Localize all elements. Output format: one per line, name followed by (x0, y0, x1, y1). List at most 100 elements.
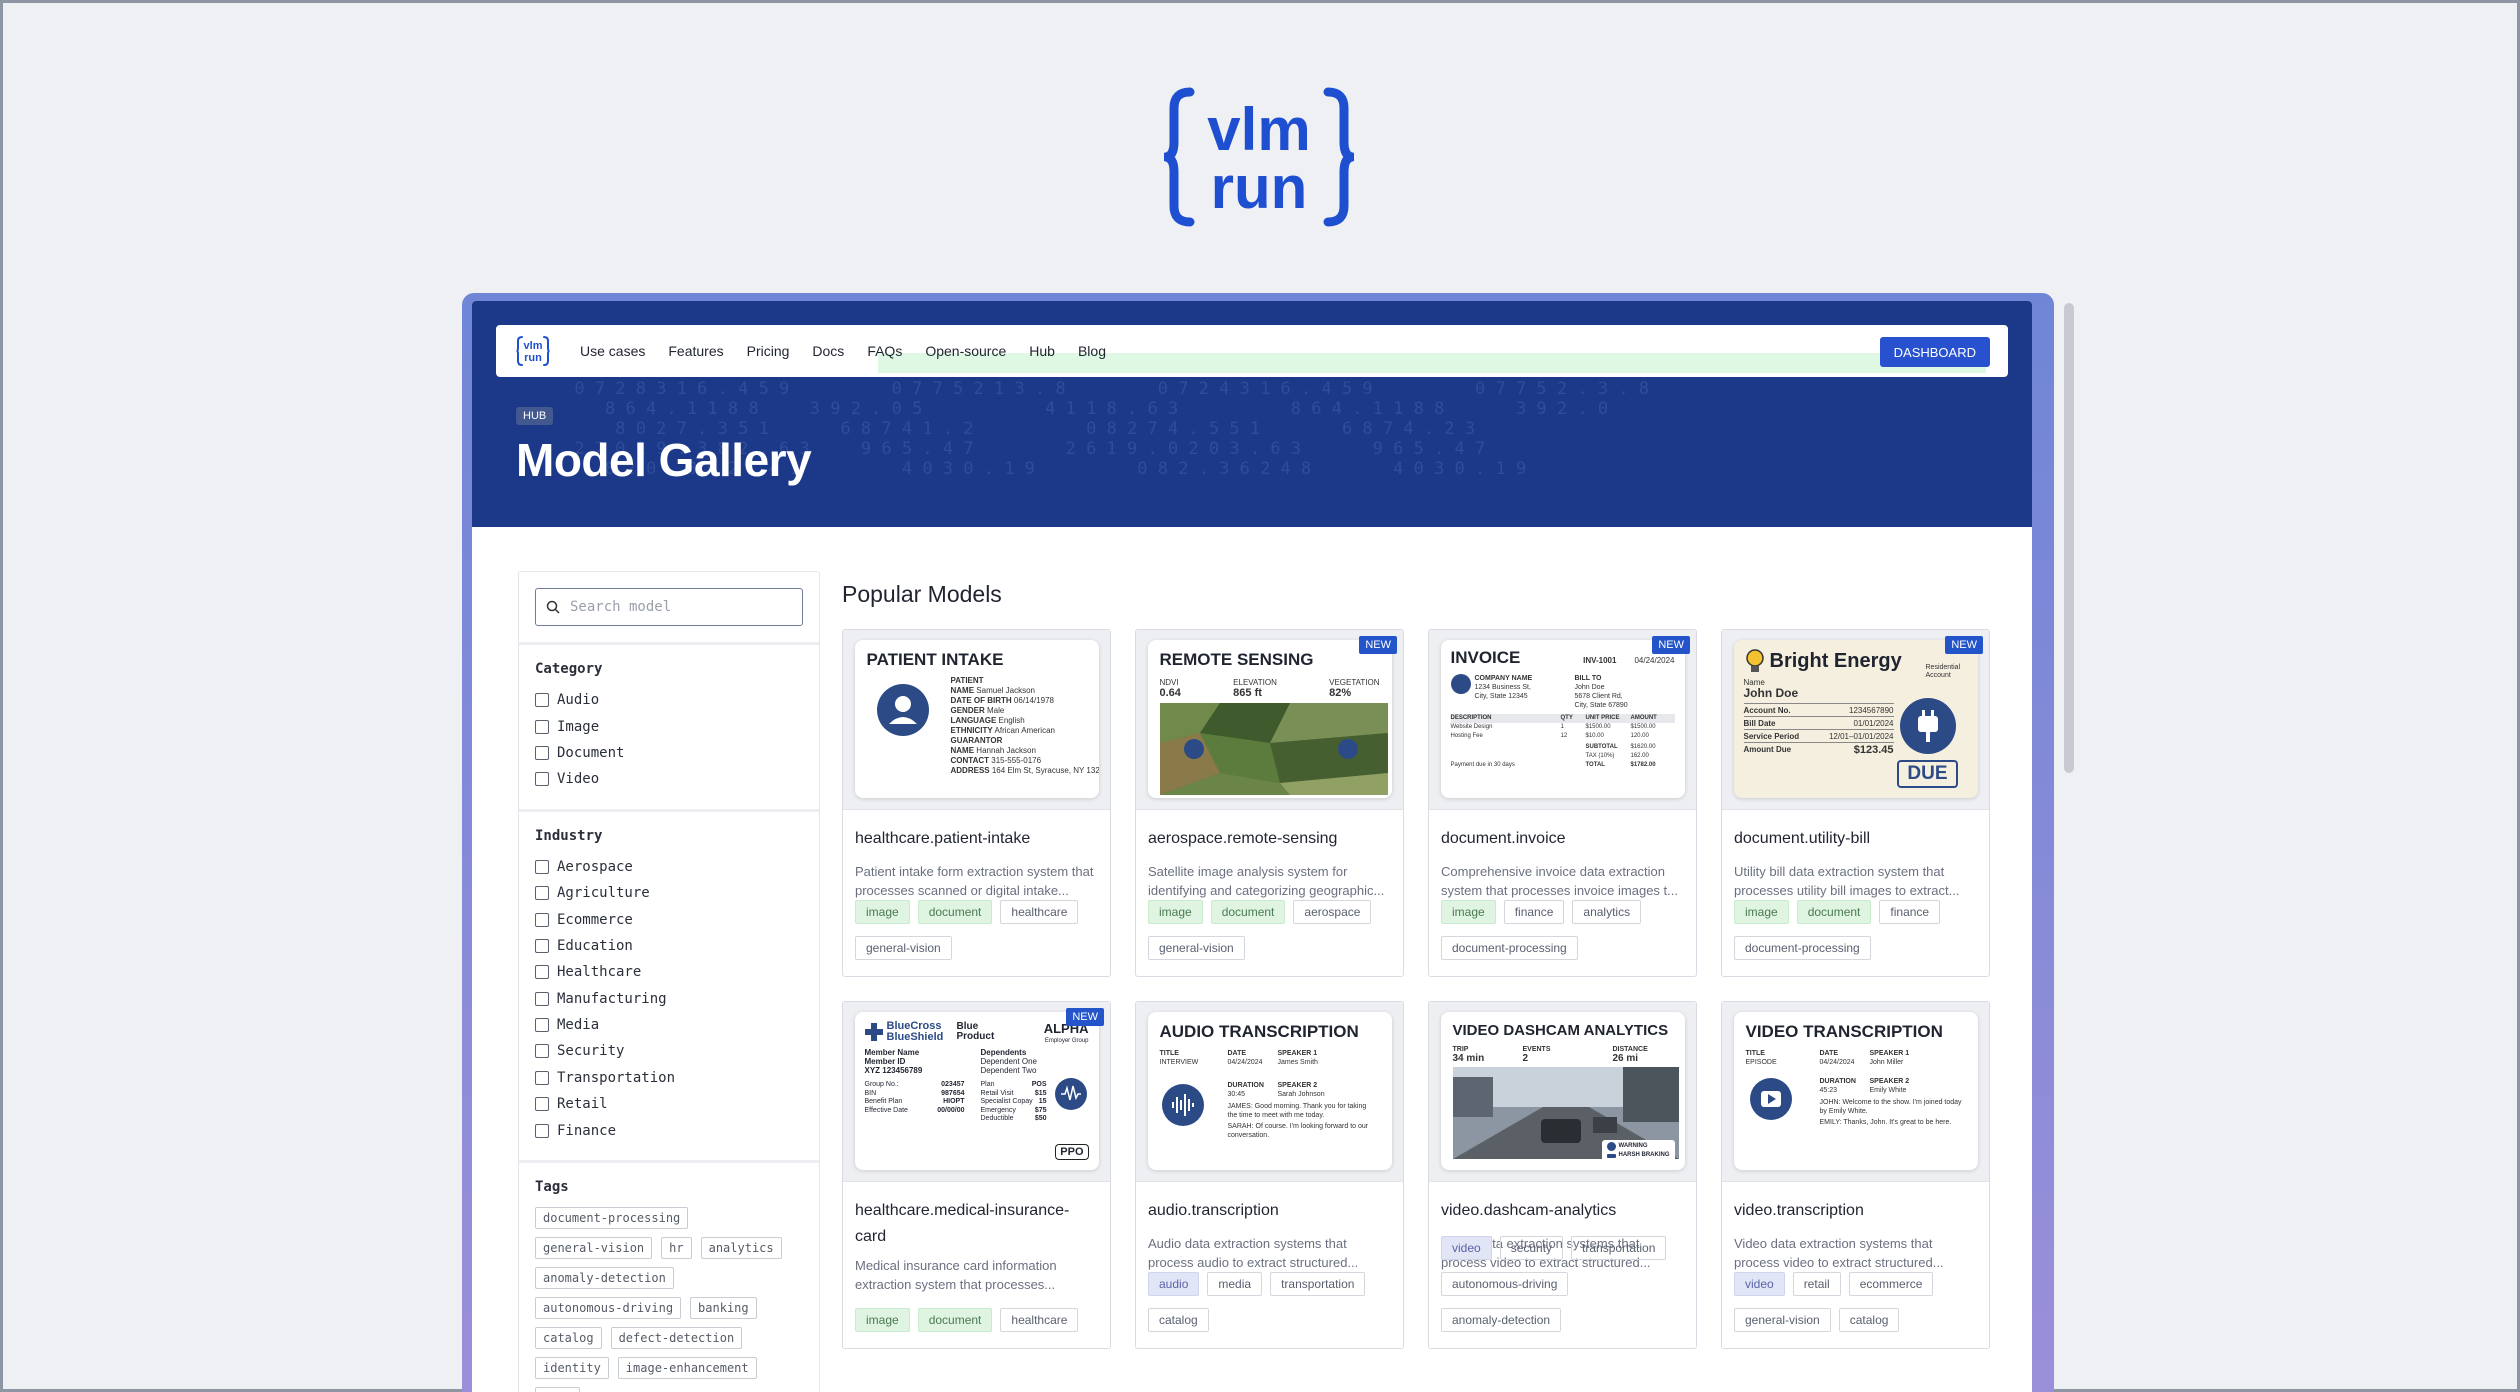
tag-chip[interactable]: video (1441, 1236, 1492, 1260)
person-icon (876, 684, 929, 736)
tag-chip[interactable]: document-processing (535, 1206, 689, 1229)
tag-chip[interactable]: healthcare (1000, 1308, 1079, 1332)
model-description: Satellite image analysis system for iden… (1148, 864, 1385, 898)
industry-media-checkbox[interactable]: Media (535, 1012, 803, 1038)
section-heading: Popular Models (842, 581, 1002, 607)
plug-icon (1899, 698, 1956, 754)
tag-chip[interactable]: retail (1792, 1272, 1841, 1296)
industry-transportation-checkbox[interactable]: Transportation (535, 1065, 803, 1091)
model-card[interactable]: NEW BlueCross BlueShield Blue Product ALP… (842, 1001, 1111, 1349)
industry-aerospace-checkbox[interactable]: Aerospace (535, 854, 803, 880)
tag-chip[interactable]: autonomous-driving (1441, 1272, 1569, 1296)
tag-chip[interactable]: catalog (1148, 1308, 1209, 1332)
nav-link-blog[interactable]: Blog (1078, 343, 1106, 359)
tag-chip[interactable]: document-processing (1734, 936, 1871, 960)
tag-chip[interactable]: document (1210, 900, 1286, 924)
card-thumbnail: VIDEO TRANSCRIPTION TITLE EPISODE DATE 04/… (1722, 1002, 1989, 1182)
industry-retail-checkbox[interactable]: Retail (535, 1091, 803, 1117)
tag-chip[interactable]: media (1207, 1272, 1263, 1296)
search-input[interactable]: Search model (535, 588, 803, 626)
tag-chip[interactable]: aerospace (1293, 900, 1372, 924)
nav-link-hub[interactable]: Hub (1029, 343, 1055, 359)
tag-chip[interactable]: document (917, 1308, 993, 1332)
tag-chip[interactable]: transportation (1270, 1272, 1366, 1296)
nav-link-docs[interactable]: Docs (812, 343, 844, 359)
tag-chip[interactable]: catalog (535, 1326, 602, 1349)
model-card[interactable]: NEW Bright Energy Residential Account Na… (1721, 629, 1990, 977)
tag-chip[interactable]: analytics (1572, 900, 1642, 924)
tag-chip[interactable]: general-vision (855, 936, 952, 960)
nav-link-features[interactable]: Features (668, 343, 723, 359)
tag-chip[interactable]: audio (1148, 1272, 1200, 1296)
tag-chip[interactable]: anomaly-detection (535, 1266, 674, 1289)
model-card[interactable]: VIDEO DASHCAM ANALYTICS TRIP 34 min EVENT… (1428, 1001, 1697, 1349)
industry-manufacturing-checkbox[interactable]: Manufacturing (535, 986, 803, 1012)
bluecross-icon (864, 1023, 883, 1041)
tag-chip[interactable]: anomaly-detection (1441, 1308, 1562, 1332)
tag-chip[interactable]: document-processing (1441, 936, 1578, 960)
filter-sidebar: Search model Category Audio Image Docume… (518, 571, 820, 1392)
model-card[interactable]: NEW INVOICE INV-1001 04/24/2024 COMPANY … (1428, 629, 1697, 977)
industry-education-checkbox[interactable]: Education (535, 933, 803, 959)
industry-agriculture-checkbox[interactable]: Agriculture (535, 880, 803, 906)
model-description: Medical insurance card information extra… (855, 1258, 1057, 1292)
nav-link-use-cases[interactable]: Use cases (580, 343, 645, 359)
model-card[interactable]: VIDEO TRANSCRIPTION TITLE EPISODE DATE 04/… (1721, 1001, 1990, 1349)
model-description: Utility bill data extraction system that… (1734, 864, 1960, 898)
category-image-checkbox[interactable]: Image (535, 713, 803, 739)
model-grid: PATIENT INTAKE PATIENT NAME Samuel Jacks… (842, 629, 1990, 1349)
tag-chip[interactable]: general-vision (535, 1236, 653, 1259)
tag-chip[interactable]: image-enhancement (617, 1356, 757, 1379)
tag-chip[interactable]: banking (690, 1296, 757, 1319)
tag-chip[interactable]: general-vision (1734, 1308, 1831, 1332)
tag-chip[interactable]: defect-detection (610, 1326, 743, 1349)
svg-text:run: run (524, 352, 542, 364)
card-thumbnail: NEW REMOTE SENSING NDVI 0.64 ELEVATION 865… (1136, 630, 1403, 810)
model-name: video.transcription (1734, 1202, 1864, 1219)
tag-chip[interactable]: image (1148, 900, 1203, 924)
tag-chip[interactable]: image (1734, 900, 1789, 924)
dashboard-button[interactable]: DASHBOARD (1879, 337, 1990, 367)
category-audio-checkbox[interactable]: Audio (535, 687, 803, 713)
tag-chip[interactable]: autonomous-driving (535, 1296, 682, 1319)
tag-chip[interactable]: transportation (1571, 1236, 1667, 1260)
tag-chip[interactable]: image (855, 1308, 910, 1332)
category-document-checkbox[interactable]: Document (535, 740, 803, 766)
tag-chip[interactable]: finance (1879, 900, 1941, 924)
nav-link-open-source[interactable]: Open-source (925, 343, 1006, 359)
tag-chip[interactable]: ecommerce (1848, 1272, 1934, 1296)
tag-chip[interactable]: identity (535, 1356, 609, 1379)
tag-chip[interactable]: healthcare (1000, 900, 1079, 924)
card-thumbnail: AUDIO TRANSCRIPTION TITLE INTERVIEW DATE 0… (1136, 1002, 1403, 1182)
video-play-icon (1749, 1078, 1792, 1120)
card-thumbnail: NEW INVOICE INV-1001 04/24/2024 COMPANY … (1429, 630, 1696, 810)
tag-chip[interactable]: security (1499, 1236, 1564, 1260)
model-card[interactable]: NEW REMOTE SENSING NDVI 0.64 ELEVATION 865… (1135, 629, 1404, 977)
model-tags: image document healthcare (855, 1308, 1102, 1332)
model-card[interactable]: PATIENT INTAKE PATIENT NAME Samuel Jacks… (842, 629, 1111, 977)
tag-chip[interactable]: analytics (700, 1236, 782, 1259)
scrollbar[interactable] (2064, 303, 2074, 773)
tag-chip[interactable]: image (1441, 900, 1496, 924)
tag-chip[interactable]: document (917, 900, 993, 924)
category-video-checkbox[interactable]: Video (535, 766, 803, 792)
tag-chip[interactable]: general-vision (1148, 936, 1245, 960)
nav-logo[interactable]: vlm run (516, 335, 550, 367)
industry-security-checkbox[interactable]: Security (535, 1038, 803, 1064)
industry-ecommerce-checkbox[interactable]: Ecommerce (535, 906, 803, 932)
industry-healthcare-checkbox[interactable]: Healthcare (535, 959, 803, 985)
tag-chip[interactable]: news (535, 1386, 580, 1392)
tag-chip[interactable]: catalog (1838, 1308, 1900, 1332)
tag-chip[interactable]: hr (661, 1236, 692, 1259)
card-thumbnail: NEW BlueCross BlueShield Blue Product ALP… (843, 1002, 1110, 1182)
search-icon (546, 600, 560, 614)
tag-chip[interactable]: image (855, 900, 910, 924)
nav-link-faqs[interactable]: FAQs (867, 343, 902, 359)
tag-chip[interactable]: finance (1503, 900, 1565, 924)
nav-link-pricing[interactable]: Pricing (747, 343, 790, 359)
tag-chip[interactable]: video (1734, 1272, 1785, 1296)
industry-finance-checkbox[interactable]: Finance (535, 1117, 803, 1143)
model-card[interactable]: AUDIO TRANSCRIPTION TITLE INTERVIEW DATE 0… (1135, 1001, 1404, 1349)
model-name: healthcare.patient-intake (855, 830, 1031, 847)
tag-chip[interactable]: document (1796, 900, 1872, 924)
